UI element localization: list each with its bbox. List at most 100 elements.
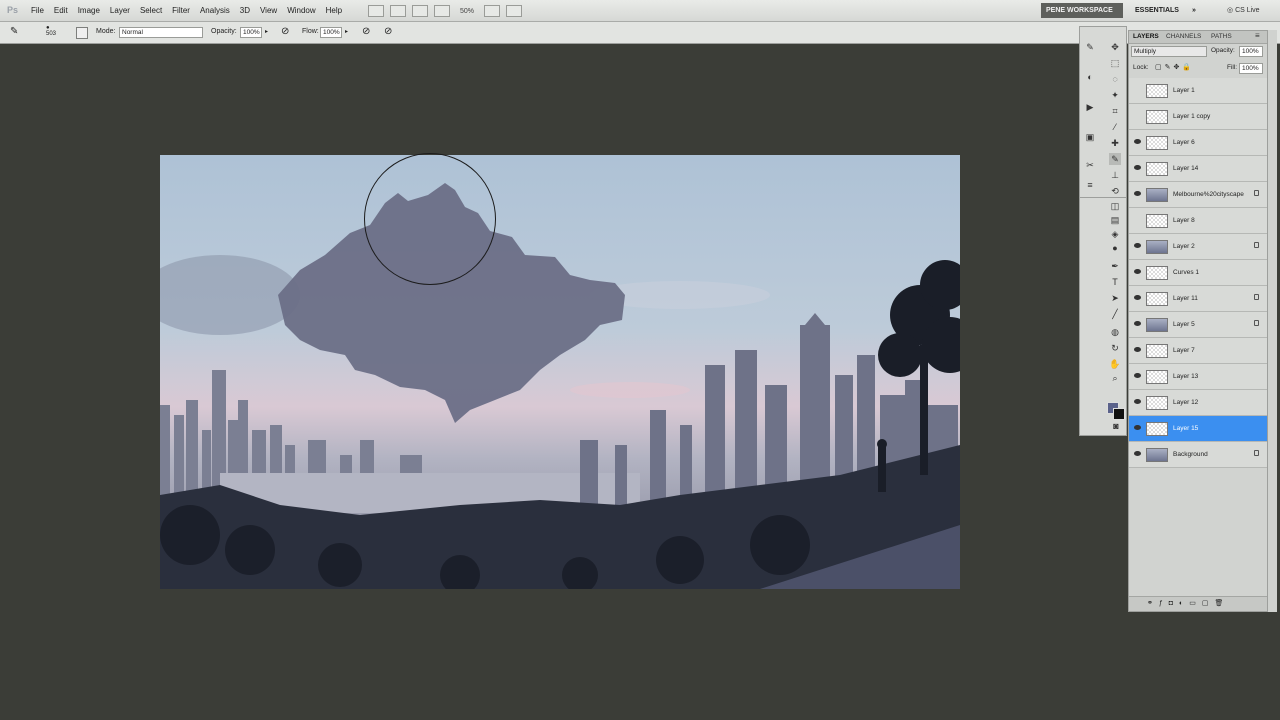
layer-visibility-toggle[interactable] [1132, 163, 1143, 173]
layer-row[interactable]: Curves 1 [1129, 260, 1267, 286]
path-selection-tool-icon[interactable]: ➤ [1109, 292, 1121, 304]
tab-layers[interactable]: LAYERS [1133, 33, 1159, 40]
layer-row[interactable]: Layer 12 [1129, 390, 1267, 416]
view-extras-button[interactable] [412, 5, 428, 17]
layer-row[interactable]: Layer 5 [1129, 312, 1267, 338]
hand-tool-icon[interactable]: ✋ [1109, 358, 1121, 370]
hand-tool-button[interactable] [434, 5, 450, 17]
fill-field[interactable]: 100% [1239, 63, 1263, 74]
workspace-pene-button[interactable]: PENE WORKSPACE [1041, 3, 1123, 18]
layer-row[interactable]: Layer 13 [1129, 364, 1267, 390]
arrange-documents-button[interactable] [484, 5, 501, 17]
document-canvas[interactable] [160, 155, 960, 589]
zoom-tool-icon[interactable]: ⌕ [1109, 372, 1121, 384]
brush-tool-icon[interactable]: ✎ [1109, 153, 1121, 165]
launch-bridge-button[interactable] [368, 5, 384, 17]
eraser-tool-icon[interactable]: ◫ [1109, 200, 1121, 212]
crop-tool-icon[interactable]: ⌗ [1109, 105, 1121, 117]
dodge-tool-icon[interactable]: ● [1109, 242, 1121, 254]
brush-panel-toggle-icon[interactable] [76, 27, 88, 39]
history-brush-tool-icon[interactable]: ⟲ [1109, 185, 1121, 197]
masks-icon[interactable]: ≡ [1084, 179, 1096, 191]
pen-tool-icon[interactable]: ✒ [1109, 260, 1121, 272]
quick-selection-tool-icon[interactable]: ✦ [1109, 89, 1121, 101]
menu-item-3d[interactable]: 3D [235, 0, 255, 22]
layer-visibility-toggle[interactable] [1132, 423, 1143, 433]
layer-row[interactable]: Layer 15 [1129, 416, 1267, 442]
tab-paths[interactable]: PATHS [1211, 33, 1232, 40]
menu-item-analysis[interactable]: Analysis [195, 0, 235, 22]
pressure-opacity-icon[interactable]: ⊘ [281, 26, 289, 37]
brush-tool-preset-icon[interactable]: ✎ [10, 26, 22, 38]
menu-item-layer[interactable]: Layer [105, 0, 135, 22]
layer-visibility-toggle[interactable] [1132, 267, 1143, 277]
layer-row[interactable]: Layer 2 [1129, 234, 1267, 260]
brush-presets-icon[interactable]: ✎ [1084, 41, 1096, 53]
layer-visibility-toggle[interactable] [1132, 189, 1143, 199]
layer-row[interactable]: Layer 6 [1129, 130, 1267, 156]
background-color-swatch[interactable] [1113, 408, 1125, 420]
history-icon[interactable]: ◐ [1084, 71, 1096, 83]
tab-channels[interactable]: CHANNELS [1166, 33, 1201, 40]
layer-row[interactable]: Layer 11 [1129, 286, 1267, 312]
menu-item-file[interactable]: File [26, 0, 49, 22]
menu-item-help[interactable]: Help [321, 0, 347, 22]
layer-opacity-field[interactable]: 100% [1239, 46, 1263, 57]
opacity-field[interactable]: 100% [240, 27, 262, 38]
marquee-tool-icon[interactable]: ⬚ [1109, 57, 1121, 69]
lock-icons[interactable]: ▢✎✥🔒 [1155, 63, 1194, 71]
zoom-level[interactable]: 50% [460, 8, 474, 15]
menu-item-select[interactable]: Select [135, 0, 167, 22]
blend-mode-select[interactable]: Multiply [1131, 46, 1207, 57]
opacity-dropdown-icon[interactable]: ▸ [265, 28, 268, 35]
clone-stamp-tool-icon[interactable]: ⊥ [1109, 169, 1121, 181]
move-tool-icon[interactable]: ✥ [1109, 41, 1121, 53]
menu-item-filter[interactable]: Filter [167, 0, 195, 22]
layer-visibility-toggle[interactable] [1132, 319, 1143, 329]
flow-field[interactable]: 100% [320, 27, 342, 38]
layer-row[interactable]: Layer 14 [1129, 156, 1267, 182]
layer-visibility-toggle[interactable] [1132, 293, 1143, 303]
layer-footer-icons[interactable]: ⚭ƒ◘◐▭▢🗑 [1147, 599, 1229, 607]
layers-scrollbar[interactable] [1268, 30, 1277, 612]
layer-visibility-toggle[interactable] [1132, 449, 1143, 459]
workspace-essentials-button[interactable]: ESSENTIALS [1130, 3, 1186, 18]
layer-visibility-toggle[interactable] [1132, 85, 1143, 95]
layer-row[interactable]: Layer 1 [1129, 78, 1267, 104]
layer-visibility-toggle[interactable] [1132, 371, 1143, 381]
healing-brush-tool-icon[interactable]: ✚ [1109, 137, 1121, 149]
screen-mode-button[interactable] [506, 5, 523, 17]
menu-item-view[interactable]: View [255, 0, 282, 22]
lasso-tool-icon[interactable]: ◌ [1109, 73, 1121, 85]
eyedropper-tool-icon[interactable]: ⁄ [1109, 121, 1121, 133]
panel-menu-icon[interactable]: ≡ [1255, 31, 1260, 40]
menu-item-image[interactable]: Image [73, 0, 105, 22]
layer-row[interactable]: Layer 7 [1129, 338, 1267, 364]
layer-visibility-toggle[interactable] [1132, 345, 1143, 355]
mode-select[interactable]: Normal [119, 27, 203, 38]
layer-row[interactable]: Layer 8 [1129, 208, 1267, 234]
menu-item-edit[interactable]: Edit [49, 0, 73, 22]
layer-visibility-toggle[interactable] [1132, 111, 1143, 121]
quick-mask-icon[interactable]: ◙ [1110, 420, 1122, 432]
layer-visibility-toggle[interactable] [1132, 397, 1143, 407]
launch-minibridge-button[interactable] [390, 5, 406, 17]
3d-orbit-tool-icon[interactable]: ↻ [1109, 342, 1121, 354]
type-tool-icon[interactable]: T [1109, 276, 1121, 288]
gradient-tool-icon[interactable]: ▤ [1109, 214, 1121, 226]
layer-visibility-toggle[interactable] [1132, 241, 1143, 251]
blur-tool-icon[interactable]: ◈ [1109, 228, 1121, 240]
layer-row[interactable]: Layer 1 copy [1129, 104, 1267, 130]
workspace-more-icon[interactable]: » [1192, 3, 1206, 18]
line-tool-icon[interactable]: ╱ [1109, 308, 1121, 320]
brush-size-preview[interactable]: ● 503 [46, 25, 56, 37]
clone-source-icon[interactable]: ▣ [1084, 131, 1096, 143]
pressure-size-icon[interactable]: ⊘ [384, 26, 392, 37]
layer-visibility-toggle[interactable] [1132, 137, 1143, 147]
menu-item-window[interactable]: Window [282, 0, 320, 22]
layer-row[interactable]: Background [1129, 442, 1267, 468]
layer-row[interactable]: Melbourne%20cityscape [1129, 182, 1267, 208]
3d-rotate-tool-icon[interactable]: ◍ [1109, 326, 1121, 338]
actions-icon[interactable]: ▶ [1084, 101, 1096, 113]
layer-visibility-toggle[interactable] [1132, 215, 1143, 225]
